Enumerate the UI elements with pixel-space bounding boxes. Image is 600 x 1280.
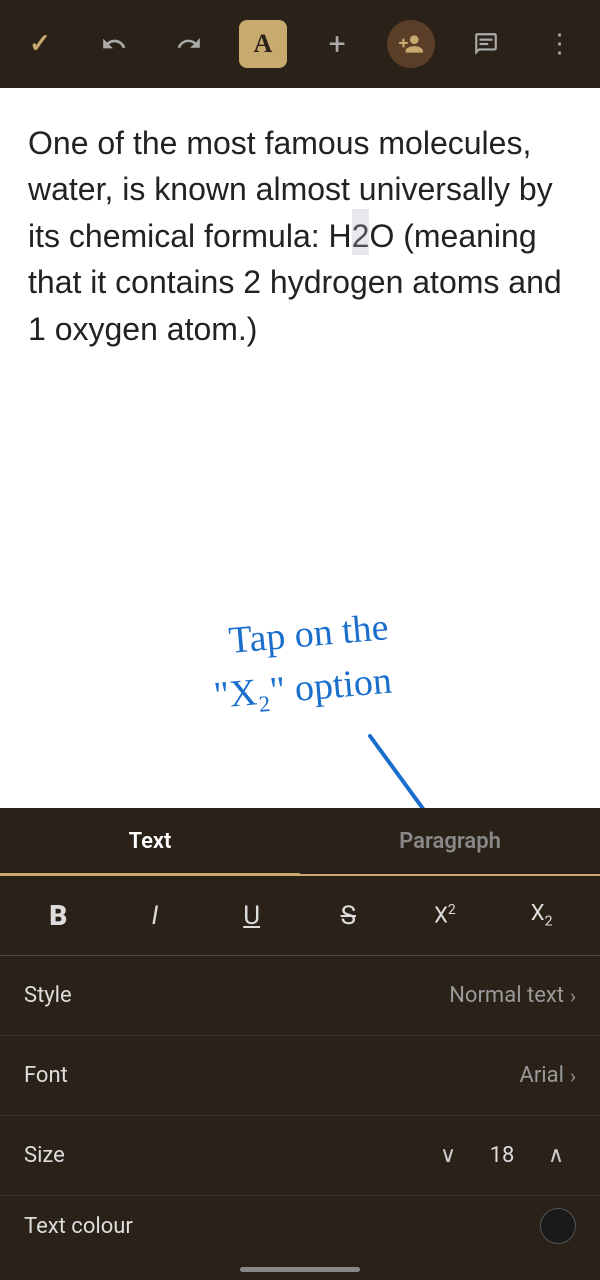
add-icon: +: [329, 27, 346, 62]
redo-icon: [176, 31, 202, 57]
redo-button[interactable]: [165, 20, 213, 68]
tab-text[interactable]: Text: [0, 808, 300, 874]
bold-label: B: [49, 899, 67, 932]
tab-paragraph[interactable]: Paragraph: [300, 808, 600, 874]
check-button[interactable]: ✓: [16, 20, 64, 68]
font-label: Font: [24, 1063, 68, 1088]
svg-text:Tap on the: Tap on the: [227, 606, 390, 662]
size-label: Size: [24, 1143, 65, 1168]
size-increase-button[interactable]: ∧: [536, 1136, 576, 1176]
size-controls: ∨ 18 ∧: [428, 1136, 576, 1176]
document-area: One of the most famous molecules, water,…: [0, 88, 600, 808]
size-row: Size ∨ 18 ∧: [0, 1116, 600, 1196]
top-toolbar: ✓ A + ⋮: [0, 0, 600, 88]
font-row[interactable]: Font Arial ›: [0, 1036, 600, 1116]
add-button[interactable]: +: [313, 20, 361, 68]
font-icon: A: [253, 29, 272, 59]
tab-paragraph-label: Paragraph: [399, 829, 501, 854]
subscript-label: X2: [531, 901, 553, 929]
size-up-icon: ∧: [548, 1143, 564, 1168]
font-format-button[interactable]: A: [239, 20, 287, 68]
text-colour-swatch: [540, 1208, 576, 1244]
add-person-icon: [398, 31, 424, 57]
style-row[interactable]: Style Normal text ›: [0, 956, 600, 1036]
bold-button[interactable]: B: [26, 888, 90, 944]
undo-icon: [101, 31, 127, 57]
bottom-panel: Text Paragraph B I U S X2 X2 Style Norma…: [0, 808, 600, 1280]
undo-button[interactable]: [90, 20, 138, 68]
style-label: Style: [24, 983, 72, 1008]
style-chevron-icon: ›: [570, 984, 576, 1008]
size-value: 18: [484, 1143, 520, 1168]
home-indicator: [240, 1267, 360, 1272]
italic-label: I: [152, 901, 159, 931]
tab-underline-indicator: [0, 873, 300, 876]
document-content[interactable]: One of the most famous molecules, water,…: [28, 120, 572, 352]
strikethrough-button[interactable]: S: [316, 888, 380, 944]
text-colour-label: Text colour: [24, 1214, 133, 1239]
svg-text:"X₂" option: "X₂" option: [212, 660, 393, 717]
comment-button[interactable]: [462, 20, 510, 68]
more-button[interactable]: ⋮: [536, 20, 584, 68]
font-value: Arial: [520, 1063, 564, 1088]
tab-text-label: Text: [129, 829, 172, 854]
comment-icon: [473, 31, 499, 57]
more-icon: ⋮: [546, 29, 573, 59]
style-value-group: Normal text ›: [449, 983, 576, 1008]
underline-button[interactable]: U: [220, 888, 284, 944]
underline-label: U: [243, 901, 260, 931]
italic-button[interactable]: I: [123, 888, 187, 944]
avatar-button[interactable]: [387, 20, 435, 68]
size-down-icon: ∨: [440, 1143, 456, 1168]
font-value-group: Arial ›: [520, 1063, 577, 1088]
text-colour-row[interactable]: Text colour: [0, 1196, 600, 1256]
subscript-button[interactable]: X2: [510, 888, 574, 944]
font-chevron-icon: ›: [570, 1064, 576, 1088]
style-value: Normal text: [449, 983, 564, 1008]
check-icon: ✓: [29, 29, 51, 59]
size-decrease-button[interactable]: ∨: [428, 1136, 468, 1176]
strikethrough-label: S: [341, 901, 356, 931]
superscript-button[interactable]: X2: [413, 888, 477, 944]
superscript-label: X2: [434, 902, 456, 928]
tabs-bar: Text Paragraph: [0, 808, 600, 876]
format-buttons-row: B I U S X2 X2: [0, 876, 600, 956]
